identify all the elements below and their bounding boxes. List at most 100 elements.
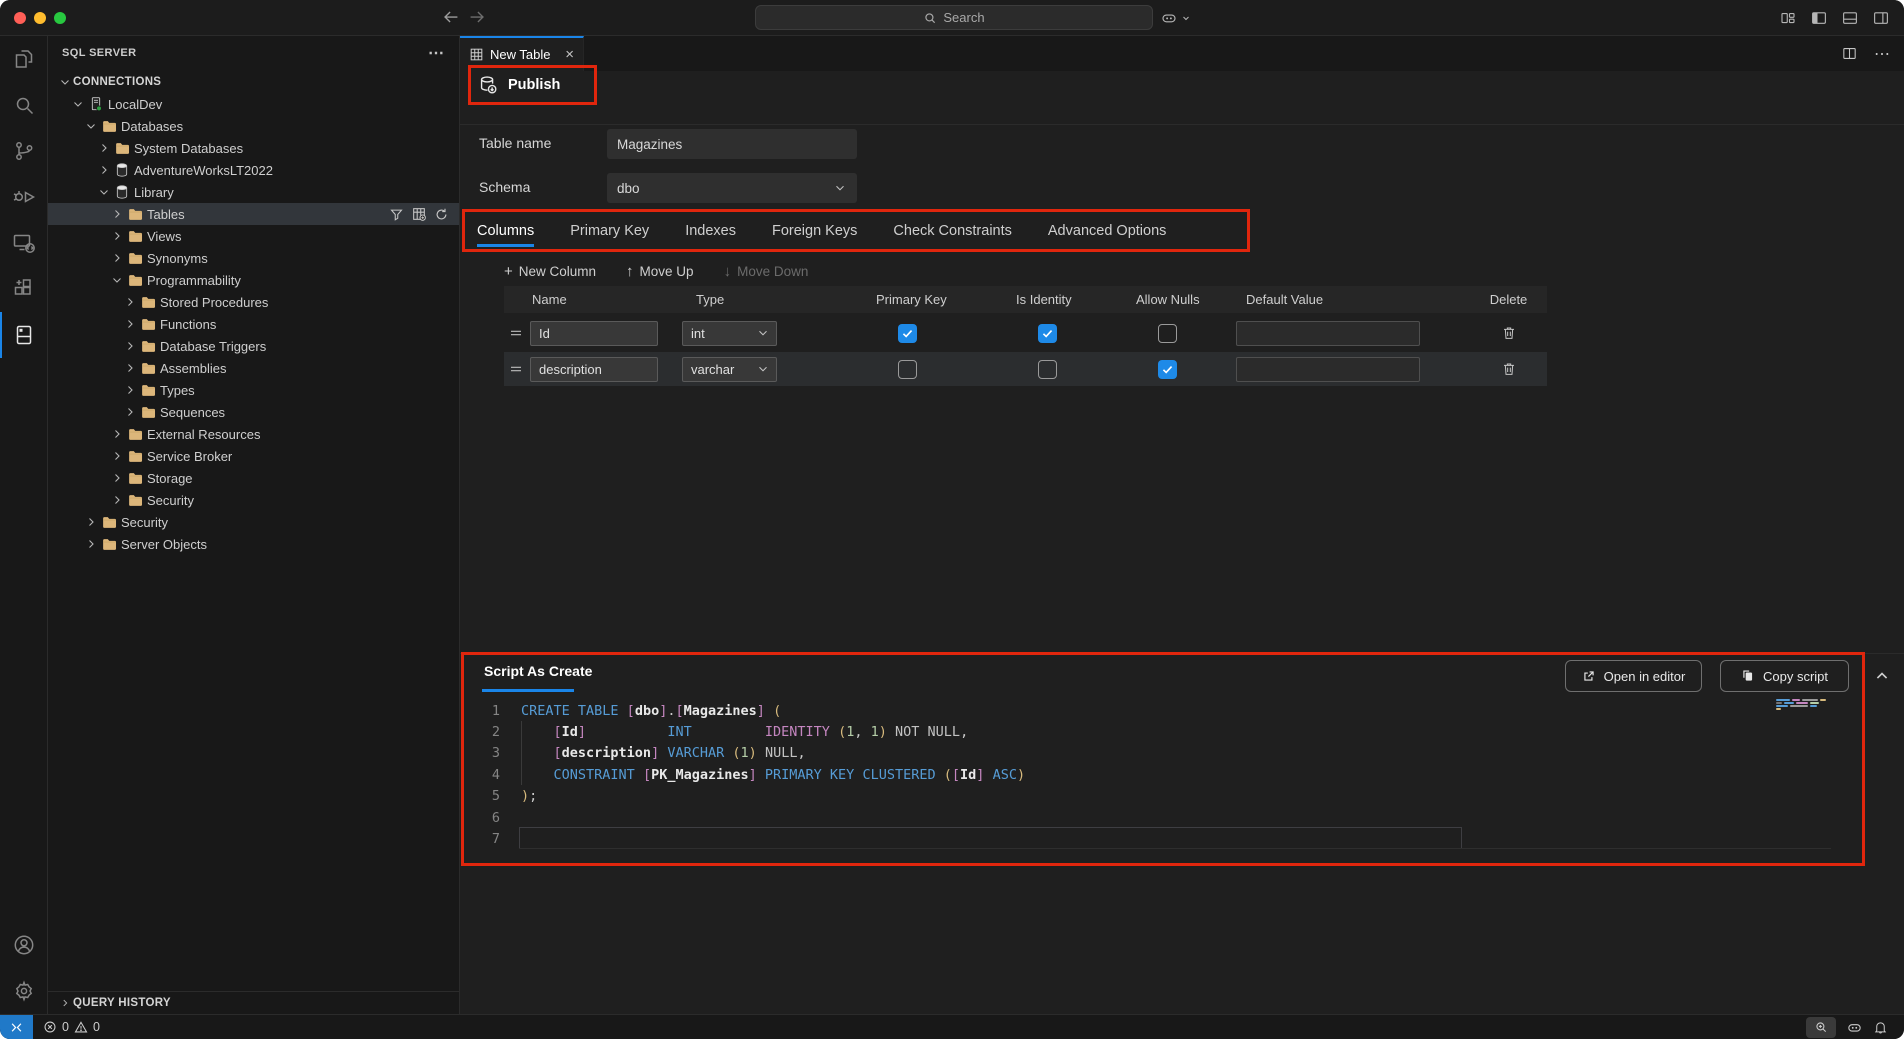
is-identity-checkbox[interactable]	[1038, 360, 1057, 379]
tree-item-service-broker[interactable]: Service Broker	[48, 445, 459, 467]
command-center-search[interactable]: Search	[755, 5, 1153, 30]
designer-tab-check-constraints[interactable]: Check Constraints	[893, 212, 1011, 249]
back-arrow-icon[interactable]	[440, 6, 462, 28]
zoom-status[interactable]	[1806, 1017, 1836, 1038]
move-down-button[interactable]: ↓Move Down	[724, 263, 809, 280]
extensions-icon	[12, 277, 36, 301]
column-name-input[interactable]	[530, 357, 658, 382]
tree-item-programmability[interactable]: Programmability	[48, 269, 459, 291]
tree-item-system-databases[interactable]: System Databases	[48, 137, 459, 159]
tab-new-table[interactable]: New Table ×	[460, 36, 584, 71]
tree-item-security[interactable]: Security	[48, 489, 459, 511]
new-column-button[interactable]: +New Column	[504, 263, 596, 280]
toggle-panel-icon[interactable]	[1841, 9, 1859, 27]
column-type-select[interactable]: varchar	[682, 357, 777, 382]
tree-item-databases[interactable]: Databases	[48, 115, 459, 137]
code-line-4: 4 CONSTRAINT [PK_Magazines] PRIMARY KEY …	[460, 764, 500, 785]
is-identity-checkbox[interactable]	[1038, 324, 1057, 343]
problems-status[interactable]: 0 0	[43, 1020, 100, 1034]
customize-layout-icon[interactable]	[1779, 9, 1797, 27]
activity-bar-item-explorer[interactable]	[0, 36, 47, 82]
refresh-icon[interactable]	[434, 206, 449, 222]
activity-bar-item-run-debug[interactable]	[0, 174, 47, 220]
tree-item-functions[interactable]: Functions	[48, 313, 459, 335]
filter-icon[interactable]	[389, 206, 404, 222]
default-value-input[interactable]	[1236, 357, 1420, 382]
more-actions-icon[interactable]: ⋯	[428, 43, 445, 63]
folder-icon	[138, 404, 158, 421]
tree-item-synonyms[interactable]: Synonyms	[48, 247, 459, 269]
move-up-button[interactable]: ↑Move Up	[626, 263, 694, 280]
window-minimize-button[interactable]	[34, 12, 46, 24]
schema-value: dbo	[617, 181, 640, 196]
split-editor-icon[interactable]	[1841, 45, 1858, 62]
copilot-icon[interactable]	[1160, 9, 1178, 27]
allow-nulls-checkbox[interactable]	[1158, 324, 1177, 343]
allow-nulls-checkbox[interactable]	[1158, 360, 1177, 379]
toggle-sidebar-icon[interactable]	[1810, 9, 1828, 27]
folder-icon	[138, 316, 158, 333]
column-name-input[interactable]	[530, 321, 658, 346]
new-table-icon[interactable]	[411, 206, 427, 222]
bell-icon[interactable]	[1873, 1020, 1888, 1035]
trash-icon[interactable]	[1501, 361, 1517, 377]
column-type-select[interactable]: int	[682, 321, 777, 346]
publish-button[interactable]: Publish	[477, 74, 560, 96]
open-in-editor-button[interactable]: Open in editor	[1565, 660, 1702, 692]
toggle-secondary-sidebar-icon[interactable]	[1872, 9, 1890, 27]
tree-item-localdev[interactable]: LocalDev	[48, 93, 459, 115]
activity-bar-item-source-control[interactable]	[0, 128, 47, 174]
remote-indicator[interactable]	[0, 1015, 33, 1039]
window-zoom-button[interactable]	[54, 12, 66, 24]
activity-bar-item-settings[interactable]	[0, 968, 47, 1014]
move-down-label: Move Down	[737, 264, 808, 279]
table-name-input[interactable]: Magazines	[607, 129, 857, 159]
code-line-2: 2 [Id] INT IDENTITY (1, 1) NOT NULL,	[460, 721, 500, 742]
trash-icon[interactable]	[1501, 325, 1517, 341]
tree-item-storage[interactable]: Storage	[48, 467, 459, 489]
tree-item-views[interactable]: Views	[48, 225, 459, 247]
chevron-down-icon[interactable]	[1180, 12, 1192, 24]
collapse-panel-icon[interactable]	[1872, 666, 1892, 686]
minimap[interactable]	[1776, 699, 1842, 716]
close-icon[interactable]: ×	[565, 46, 574, 63]
tree-item-server-objects[interactable]: Server Objects	[48, 533, 459, 555]
designer-tab-columns[interactable]: Columns	[477, 212, 534, 249]
tree-item-sequences[interactable]: Sequences	[48, 401, 459, 423]
activity-bar-item-remote-explorer[interactable]	[0, 220, 47, 266]
activity-bar-item-account[interactable]	[0, 922, 47, 968]
tree-item-library[interactable]: Library	[48, 181, 459, 203]
designer-tab-indexes[interactable]: Indexes	[685, 212, 736, 249]
chevron-right-icon	[109, 208, 125, 220]
forward-arrow-icon[interactable]	[466, 6, 488, 28]
table-name-label: Table name	[479, 135, 551, 151]
tree-item-assemblies[interactable]: Assemblies	[48, 357, 459, 379]
designer-tab-advanced-options[interactable]: Advanced Options	[1048, 212, 1167, 249]
tree-item-types[interactable]: Types	[48, 379, 459, 401]
activity-bar-item-search[interactable]	[0, 82, 47, 128]
drag-handle-icon[interactable]	[504, 361, 528, 377]
schema-select[interactable]: dbo	[607, 173, 857, 203]
window-close-button[interactable]	[14, 12, 26, 24]
copy-script-button[interactable]: Copy script	[1720, 660, 1849, 692]
activity-bar-item-mssql[interactable]	[0, 312, 47, 358]
more-actions-icon[interactable]: ⋯	[1874, 44, 1890, 64]
copilot-status-icon[interactable]	[1846, 1019, 1863, 1036]
tree-item-stored-procedures[interactable]: Stored Procedures	[48, 291, 459, 313]
primary-key-checkbox[interactable]	[898, 324, 917, 343]
drag-handle-icon[interactable]	[504, 325, 528, 341]
designer-tab-primary-key[interactable]: Primary Key	[570, 212, 649, 249]
tree-item-connections[interactable]: CONNECTIONS	[48, 71, 459, 93]
default-value-input[interactable]	[1236, 321, 1420, 346]
activity-bar-item-extensions[interactable]	[0, 266, 47, 312]
designer-tab-foreign-keys[interactable]: Foreign Keys	[772, 212, 857, 249]
tree-item-adventureworkslt2022[interactable]: AdventureWorksLT2022	[48, 159, 459, 181]
code-line-3: 3 [description] VARCHAR (1) NULL,	[460, 743, 500, 764]
column-row-description: varchar	[504, 352, 1547, 386]
tree-item-security[interactable]: Security	[48, 511, 459, 533]
tree-item-tables[interactable]: Tables	[48, 203, 459, 225]
tree-item-external-resources[interactable]: External Resources	[48, 423, 459, 445]
primary-key-checkbox[interactable]	[898, 360, 917, 379]
query-history-section[interactable]: QUERY HISTORY	[48, 991, 459, 1014]
tree-item-database-triggers[interactable]: Database Triggers	[48, 335, 459, 357]
